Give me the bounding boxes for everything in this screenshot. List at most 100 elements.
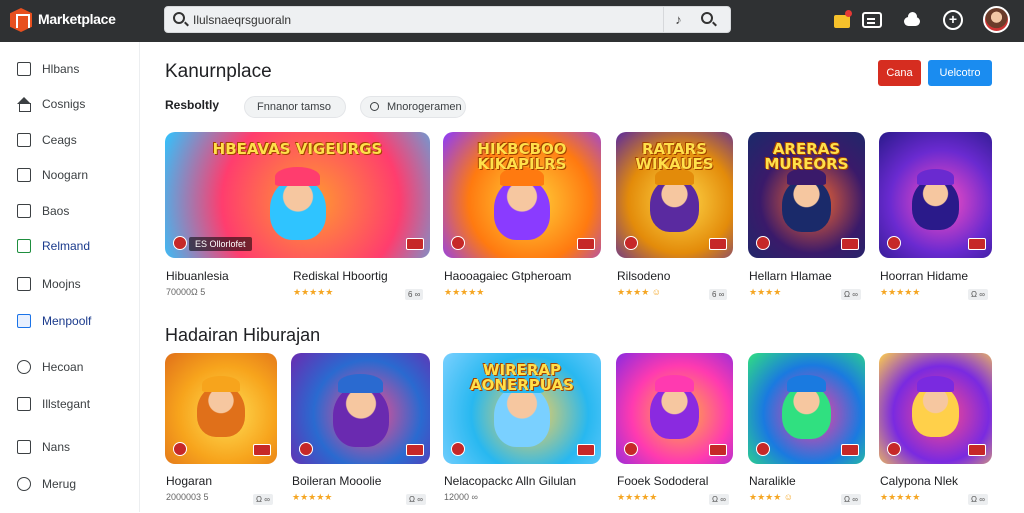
platform-badge-icon — [577, 444, 595, 456]
sidebar-item-label: Hlbans — [42, 62, 80, 76]
sidebar-item-8[interactable]: Menpoolf — [0, 308, 140, 336]
sidebar-item-12[interactable]: Merug — [0, 471, 140, 499]
brand-name[interactable]: Marketplace — [38, 11, 116, 27]
game-meta: 12000 ∞ — [444, 492, 478, 502]
platform-badge-icon — [253, 444, 271, 456]
filter-chip-1[interactable]: Fnnanor tamso — [244, 96, 346, 118]
game-title[interactable]: Naralikle — [749, 474, 796, 488]
voice-search-icon[interactable]: ♪ — [663, 7, 693, 32]
game-thumbnail[interactable] — [165, 353, 277, 464]
sidebar-item-4[interactable]: Noogarn — [0, 162, 140, 190]
game-title[interactable]: Fooek Sododeral — [617, 474, 708, 488]
cloud-icon[interactable] — [902, 10, 922, 30]
rating-stars: ★★★★★ — [444, 287, 485, 297]
sidebar-item-label: Hecoan — [42, 360, 84, 374]
game-title[interactable]: Hibuanlesia — [166, 269, 229, 283]
sidebar-item-10[interactable]: Illstegant — [0, 391, 140, 419]
game-title[interactable]: Rilsodeno — [617, 269, 670, 283]
price-tag: Ω ∞ — [841, 289, 861, 300]
rating-stars: ★★★★ ☺ — [749, 492, 793, 502]
game-title[interactable]: Rediskal Hboortig — [293, 269, 388, 283]
sidebar-item-label: Menpoolf — [42, 314, 92, 328]
game-card[interactable]: RATARS WIKAUES Rilsodeno ★★★★ ☺ 6 ∞ — [616, 132, 733, 300]
sidebar-item-6[interactable]: Relmand — [0, 233, 140, 261]
game-thumbnail[interactable]: ARERAS MUREORS — [748, 132, 865, 258]
plus-circle-icon[interactable]: + — [943, 10, 963, 30]
sidebar-item-3[interactable]: Ceags — [0, 127, 140, 155]
game-card[interactable]: Hogaran 2000003 5 Ω ∞ — [165, 353, 277, 513]
game-title[interactable]: Nelacopackc Alln Gilulan — [444, 474, 576, 488]
game-title[interactable]: Boileran Mooolie — [292, 474, 381, 488]
platform-badge-icon — [841, 238, 859, 250]
gift-icon[interactable] — [832, 10, 852, 30]
refresh-icon — [17, 477, 31, 491]
game-thumbnail[interactable]: HIKBCBOO KIKAPILRS — [443, 132, 601, 258]
rating-stars: ★★★★★ — [292, 492, 333, 502]
rating-stars: ★★★★★ — [617, 492, 658, 502]
sidebar-item-11[interactable]: Nans — [0, 434, 140, 462]
character-illustration — [494, 385, 550, 447]
price-tag: Ω ∞ — [968, 494, 988, 505]
character-hat — [786, 375, 827, 393]
game-meta: 70000Ω 5 — [166, 287, 206, 297]
cancel-button[interactable]: Cana — [878, 60, 921, 86]
filter-chip-2[interactable]: Mnorogeramen — [360, 96, 466, 118]
game-thumbnail[interactable] — [879, 132, 992, 258]
game-thumbnail[interactable] — [616, 353, 733, 464]
price-tag: Ω ∞ — [253, 494, 273, 505]
game-badge-icon — [173, 442, 187, 456]
sidebar: Hlbans Cosnigs Ceags Noogarn Baos Relman… — [0, 42, 140, 512]
platform-badge-icon — [709, 444, 727, 456]
sidebar-item-5[interactable]: Baos — [0, 198, 140, 226]
game-title[interactable]: Calypona Nlek — [880, 474, 958, 488]
game-title[interactable]: Haooagaiec Gtpheroam — [444, 269, 571, 283]
sidebar-item-9[interactable]: Hecoan — [0, 354, 140, 382]
game-thumbnail[interactable] — [291, 353, 430, 464]
home-icon — [17, 97, 31, 112]
check-square-icon — [17, 277, 31, 291]
avatar[interactable] — [983, 6, 1010, 33]
character-illustration — [649, 178, 700, 233]
sidebar-item-label: Merug — [42, 477, 77, 491]
game-title[interactable]: Hellarn Hlamae — [749, 269, 832, 283]
game-card[interactable]: HBEAVAS VIGEURGS ES Ollorlofet Hibuanlesia… — [165, 132, 430, 300]
game-card[interactable]: Naralikle ★★★★ ☺ Ω ∞ — [748, 353, 865, 513]
primary-button[interactable]: Uelcotro — [928, 60, 992, 86]
square-icon — [17, 168, 31, 182]
game-thumbnail[interactable]: WIRERAP AONERPUAS — [443, 353, 601, 464]
search-bar[interactable]: ♪ — [164, 6, 731, 33]
rating-stars: ★★★★★ — [880, 287, 921, 297]
thumbnail-caption: ES Ollorlofet — [189, 237, 252, 251]
sidebar-item-1[interactable]: Hlbans — [0, 56, 140, 84]
game-meta: 2000003 5 — [166, 492, 209, 502]
game-card[interactable]: ARERAS MUREORS Hellarn Hlamae ★★★★ Ω ∞ — [748, 132, 865, 300]
game-card[interactable]: HIKBCBOO KIKAPILRS Haooagaiec Gtpheroam ★★… — [443, 132, 601, 297]
game-title[interactable]: Hoorran Hidame — [880, 269, 968, 283]
marketplace-logo-icon[interactable] — [10, 8, 32, 32]
card-icon[interactable] — [862, 12, 882, 28]
character-illustration — [197, 385, 245, 437]
filter-label: Resboltly — [165, 98, 220, 112]
platform-badge-icon — [577, 238, 595, 250]
game-badge-icon — [756, 442, 770, 456]
game-card[interactable]: Calypona Nlek ★★★★★ Ω ∞ — [879, 353, 992, 513]
game-card[interactable]: Boileran Mooolie ★★★★★ Ω ∞ — [291, 353, 430, 513]
sidebar-item-2[interactable]: Cosnigs — [0, 91, 140, 119]
character-illustration — [649, 385, 700, 440]
square-icon — [17, 204, 31, 218]
character-hat — [916, 375, 955, 393]
game-card[interactable]: WIRERAP AONERPUAS Nelacopackc Alln Gilula… — [443, 353, 601, 513]
game-thumbnail[interactable]: RATARS WIKAUES — [616, 132, 733, 258]
game-thumbnail[interactable] — [879, 353, 992, 464]
game-badge-icon — [887, 236, 901, 250]
game-thumbnail[interactable]: HBEAVAS VIGEURGS ES Ollorlofet — [165, 132, 430, 258]
game-logo: HBEAVAS VIGEURGS — [212, 140, 383, 158]
game-card[interactable]: Hoorran Hidame ★★★★★ Ω ∞ — [879, 132, 992, 300]
game-title[interactable]: Hogaran — [166, 474, 212, 488]
search-input[interactable] — [193, 10, 653, 30]
game-card[interactable]: Fooek Sododeral ★★★★★ Ω ∞ — [616, 353, 733, 513]
sidebar-item-label: Cosnigs — [42, 97, 86, 111]
sidebar-item-7[interactable]: Moojns — [0, 271, 140, 299]
game-thumbnail[interactable] — [748, 353, 865, 464]
search-button-icon[interactable] — [701, 12, 713, 24]
